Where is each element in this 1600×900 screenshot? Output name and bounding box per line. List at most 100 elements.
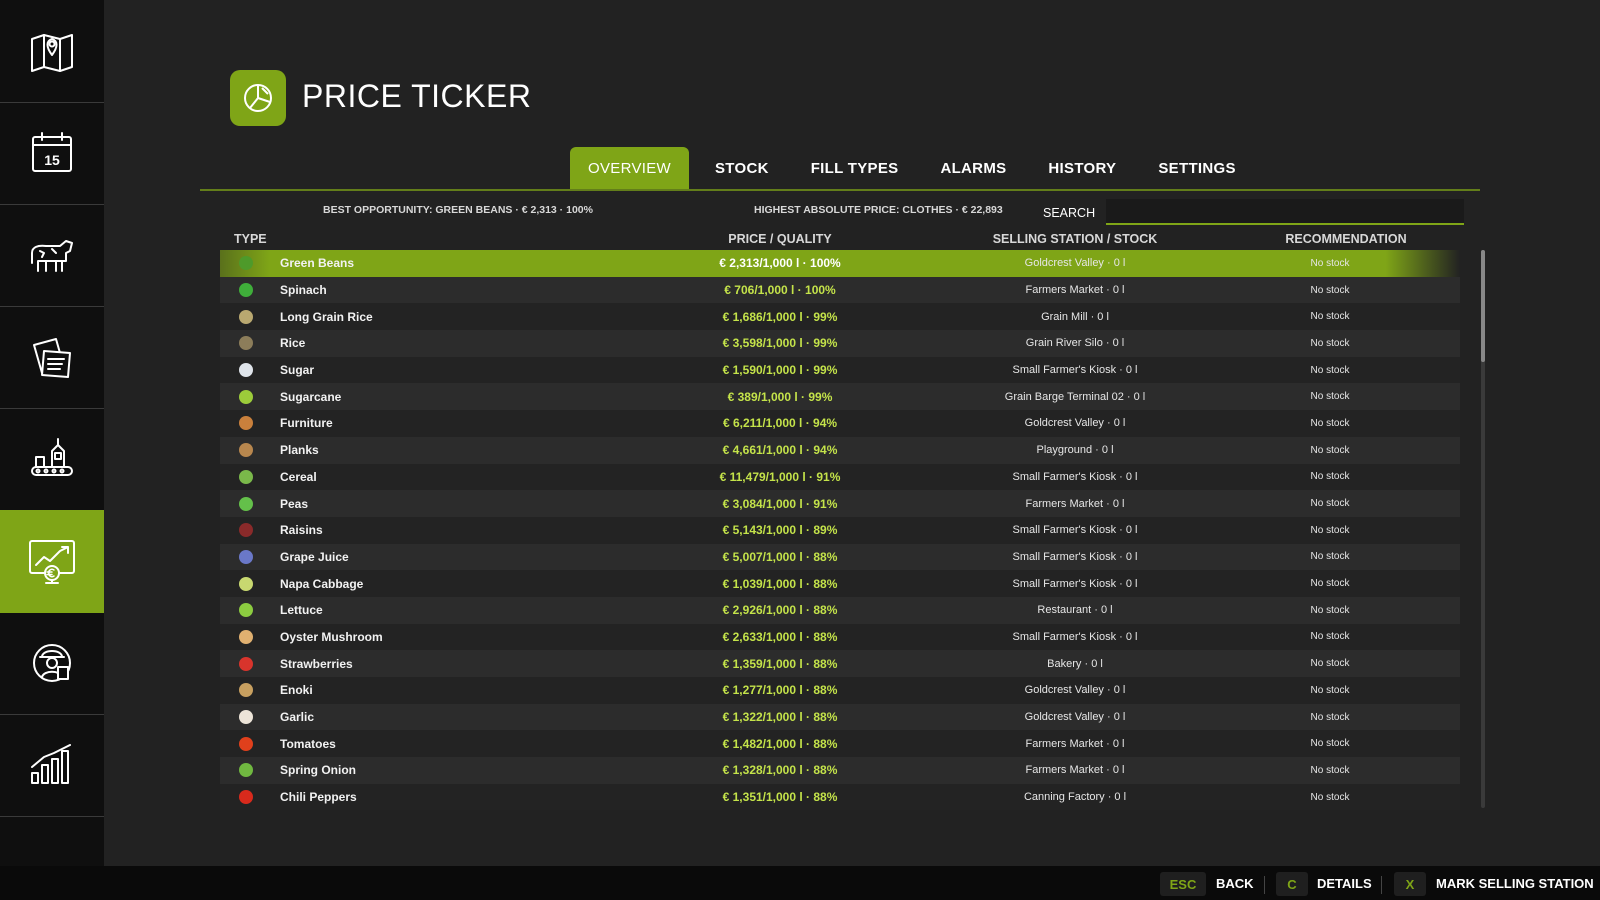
recommendation: No stock bbox=[1310, 257, 1350, 269]
strawberry-icon bbox=[236, 654, 256, 674]
fill-type-name: Long Grain Rice bbox=[280, 309, 373, 324]
c-key-badge[interactable]: C bbox=[1276, 872, 1308, 896]
table-row[interactable]: Sugar € 1,590/1,000 l · 99% Small Farmer's… bbox=[220, 356, 1460, 384]
fill-type-name: Oyster Mushroom bbox=[280, 629, 383, 644]
table-row[interactable]: Napa Cabbage € 1,039/1,000 l · 88% Small F… bbox=[220, 570, 1460, 597]
tab-fill-types[interactable]: FILL TYPES bbox=[793, 147, 917, 189]
svg-text:15: 15 bbox=[44, 152, 60, 168]
grape-juice-icon bbox=[236, 547, 256, 567]
table-row[interactable]: Planks € 4,661/1,000 l · 94% Playground · … bbox=[220, 436, 1460, 464]
search-input[interactable] bbox=[1106, 199, 1464, 225]
price-quality: € 3,598/1,000 l · 99% bbox=[722, 336, 838, 351]
selling-station: Grain Mill · 0 l bbox=[1041, 310, 1109, 323]
x-key-badge[interactable]: X bbox=[1394, 872, 1426, 896]
grass-icon bbox=[26, 856, 78, 866]
table-row[interactable]: Long Grain Rice € 1,686/1,000 l · 99% Grai… bbox=[220, 303, 1460, 331]
table-row[interactable]: Sugarcane € 389/1,000 l · 99% Grain Barge … bbox=[220, 383, 1460, 411]
fill-type-name: Peas bbox=[280, 496, 309, 511]
bar-chart-icon bbox=[31, 744, 71, 784]
selling-station: Grain Barge Terminal 02 · 0 l bbox=[1004, 390, 1146, 403]
planks-icon bbox=[236, 440, 256, 460]
sidebar-item-statistics[interactable] bbox=[0, 714, 104, 817]
tab-overview[interactable]: OVERVIEW bbox=[570, 147, 689, 189]
pie-chart-icon bbox=[244, 84, 272, 112]
search-label: SEARCH bbox=[1043, 206, 1096, 220]
fill-type-name: Furniture bbox=[280, 416, 333, 431]
fill-type-name: Spring Onion bbox=[280, 763, 356, 778]
enoki-icon bbox=[236, 680, 256, 700]
recommendation: No stock bbox=[1310, 604, 1350, 616]
table-row[interactable]: Cereal € 11,479/1,000 l · 91% Small Farmer… bbox=[220, 463, 1460, 491]
table-row[interactable]: Rice € 3,598/1,000 l · 99% Grain River Sil… bbox=[220, 330, 1460, 357]
table-row[interactable]: Chili Peppers € 1,351/1,000 l · 88% Cannin… bbox=[220, 783, 1460, 811]
price-quality: € 389/1,000 l · 99% bbox=[727, 389, 833, 404]
highest-price-text: HIGHEST ABSOLUTE PRICE: CLOTHES · € 22,8… bbox=[754, 204, 1003, 216]
table-row[interactable]: Lettuce € 2,926/1,000 l · 88% Restaurant ·… bbox=[220, 596, 1460, 624]
spring-onion-icon bbox=[236, 760, 256, 780]
fill-type-name: Planks bbox=[280, 443, 319, 458]
table-row[interactable]: Strawberries € 1,359/1,000 l · 88% Bakery … bbox=[220, 650, 1460, 677]
sidebar-item-production[interactable] bbox=[0, 408, 104, 511]
table-row[interactable]: Spinach € 706/1,000 l · 100% Farmers Marke… bbox=[220, 276, 1460, 304]
selling-station: Small Farmer's Kiosk · 0 l bbox=[1012, 470, 1138, 483]
table-row[interactable]: Grape Juice € 5,007/1,000 l · 88% Small Fa… bbox=[220, 543, 1460, 571]
selling-station: Farmers Market · 0 l bbox=[1025, 737, 1125, 750]
fill-type-name: Rice bbox=[280, 336, 306, 351]
table-row[interactable]: Furniture € 6,211/1,000 l · 94% Goldcrest … bbox=[220, 410, 1460, 437]
fill-type-name: Lettuce bbox=[280, 603, 323, 618]
mark-selling-station-button[interactable]: MARK SELLING STATION bbox=[1436, 876, 1594, 891]
footer-divider bbox=[1381, 876, 1382, 894]
fill-type-name: Sugarcane bbox=[280, 389, 342, 404]
tab-history[interactable]: HISTORY bbox=[1030, 147, 1134, 189]
fill-type-name: Spinach bbox=[280, 283, 327, 298]
scrollbar-thumb[interactable] bbox=[1481, 250, 1485, 362]
sidebar-item-more[interactable] bbox=[0, 816, 104, 866]
price-quality: € 2,926/1,000 l · 88% bbox=[722, 603, 838, 618]
table-row[interactable]: Tomatoes € 1,482/1,000 l · 88% Farmers Mar… bbox=[220, 730, 1460, 758]
recommendation: No stock bbox=[1310, 551, 1350, 563]
tab-alarms[interactable]: ALARMS bbox=[922, 147, 1024, 189]
recommendation: No stock bbox=[1310, 391, 1350, 403]
selling-station: Small Farmer's Kiosk · 0 l bbox=[1012, 364, 1138, 377]
price-quality: € 2,633/1,000 l · 88% bbox=[722, 629, 838, 644]
details-button[interactable]: DETAILS bbox=[1317, 876, 1372, 891]
price-quality: € 5,007/1,000 l · 88% bbox=[722, 549, 838, 564]
selling-station: Small Farmer's Kiosk · 0 l bbox=[1012, 630, 1138, 643]
sidebar-item-animals[interactable] bbox=[0, 204, 104, 307]
selling-station: Farmers Market · 0 l bbox=[1025, 497, 1125, 510]
table-row[interactable]: Garlic € 1,322/1,000 l · 88% Goldcrest Val… bbox=[220, 703, 1460, 731]
table-row[interactable]: Oyster Mushroom € 2,633/1,000 l · 88% Smal… bbox=[220, 623, 1460, 651]
tab-stock[interactable]: STOCK bbox=[697, 147, 787, 189]
fill-type-name: Green Beans bbox=[280, 256, 355, 271]
map-icon bbox=[31, 34, 73, 72]
sidebar-item-price-ticker[interactable] bbox=[0, 510, 104, 613]
price-quality: € 11,479/1,000 l · 91% bbox=[719, 469, 841, 484]
back-button[interactable]: BACK bbox=[1216, 876, 1254, 891]
selling-station: Farmers Market · 0 l bbox=[1025, 764, 1125, 777]
price-quality: € 6,211/1,000 l · 94% bbox=[722, 416, 838, 431]
fill-type-name: Cereal bbox=[280, 469, 317, 484]
selling-station: Goldcrest Valley · 0 l bbox=[1024, 711, 1126, 724]
price-quality: € 2,313/1,000 l · 100% bbox=[719, 256, 841, 271]
tab-settings[interactable]: SETTINGS bbox=[1140, 147, 1253, 189]
sidebar-item-contracts[interactable] bbox=[0, 306, 104, 409]
table-row[interactable]: Green Beans € 2,313/1,000 l · 100% Goldcre… bbox=[220, 250, 1460, 277]
esc-key-badge[interactable]: ESC bbox=[1160, 872, 1206, 896]
fill-type-name: Enoki bbox=[280, 683, 313, 698]
selling-station: Small Farmer's Kiosk · 0 l bbox=[1012, 550, 1138, 563]
documents-icon bbox=[33, 338, 71, 378]
sidebar-item-workers[interactable] bbox=[0, 612, 104, 715]
sidebar-item-map[interactable] bbox=[0, 0, 104, 103]
table-row[interactable]: Spring Onion € 1,328/1,000 l · 88% Farmers… bbox=[220, 757, 1460, 784]
table-row[interactable]: Peas € 3,084/1,000 l · 91% Farmers Market … bbox=[220, 490, 1460, 517]
sidebar-item-calendar[interactable]: 15 bbox=[0, 102, 104, 205]
fill-type-name: Raisins bbox=[280, 523, 323, 538]
recommendation: No stock bbox=[1310, 498, 1350, 510]
table-row[interactable]: Enoki € 1,277/1,000 l · 88% Goldcrest Vall… bbox=[220, 677, 1460, 704]
recommendation: No stock bbox=[1310, 444, 1350, 456]
footer-divider bbox=[1264, 876, 1265, 894]
fill-type-name: Strawberries bbox=[280, 656, 353, 671]
price-quality: € 3,084/1,000 l · 91% bbox=[722, 496, 838, 511]
table-row[interactable]: Raisins € 5,143/1,000 l · 89% Small Farmer… bbox=[220, 516, 1460, 544]
chart-monitor-icon bbox=[29, 540, 75, 584]
